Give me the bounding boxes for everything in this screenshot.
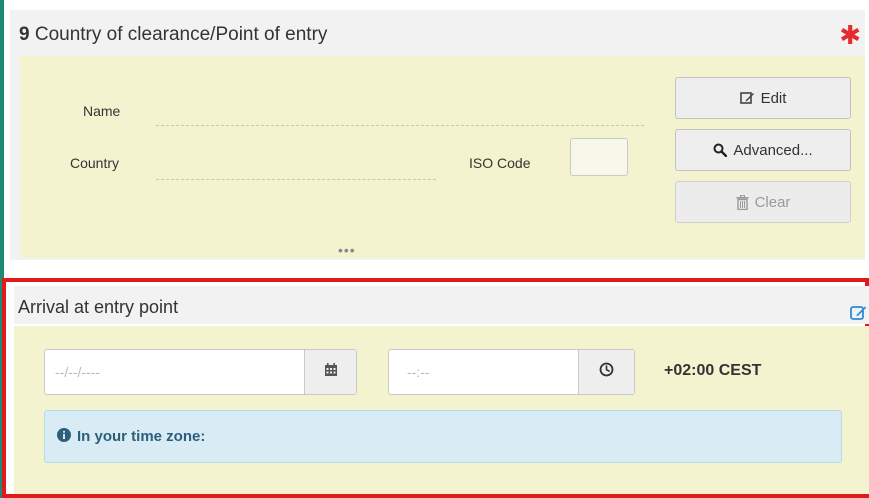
clear-button[interactable]: Clear [675, 181, 851, 223]
name-label: Name [83, 103, 121, 119]
country-label: Country [70, 155, 120, 171]
clock-icon [599, 362, 614, 382]
country-value-field [156, 179, 436, 180]
more-details-toggle[interactable]: ••• [338, 242, 356, 258]
section-point-of-entry: 9 Country of clearance/Point of entry ✱ … [10, 10, 865, 260]
timezone-label: +02:00 CEST [664, 362, 762, 379]
calendar-icon [324, 363, 337, 381]
pencil-square-icon [739, 91, 755, 105]
arrival-time-input[interactable]: --:-- [389, 350, 578, 394]
clear-button-label: Clear [754, 193, 791, 211]
edit-button-label: Edit [760, 89, 787, 107]
pencil-square-icon[interactable] [850, 304, 867, 325]
edit-button[interactable]: Edit [675, 77, 851, 119]
advanced-search-button[interactable]: Advanced... [675, 129, 851, 171]
arrival-date-input-group: --/--/---- [44, 349, 357, 395]
required-icon: ✱ [839, 20, 861, 50]
trash-icon [736, 194, 749, 210]
search-icon [713, 143, 728, 157]
advanced-button-label: Advanced... [733, 141, 813, 159]
arrival-date-input[interactable]: --/--/---- [45, 350, 304, 394]
section-title: 9 Country of clearance/Point of entry [19, 24, 327, 46]
iso-code-field [570, 138, 628, 176]
name-value-field [156, 125, 644, 126]
timezone-info-box: In your time zone: [44, 410, 842, 463]
iso-code-label: ISO Code [469, 155, 531, 171]
section-title-text: Country of clearance/Point of entry [34, 24, 328, 45]
arrival-time-input-group: --:-- [388, 349, 635, 395]
arrival-header: Arrival at entry point [14, 286, 869, 324]
calendar-button[interactable] [304, 350, 356, 394]
section-number: 9 [19, 24, 30, 45]
clock-button[interactable] [578, 350, 634, 394]
arrival-title: Arrival at entry point [18, 297, 179, 317]
info-circle-icon [57, 427, 71, 446]
info-text: In your time zone: [77, 428, 206, 445]
